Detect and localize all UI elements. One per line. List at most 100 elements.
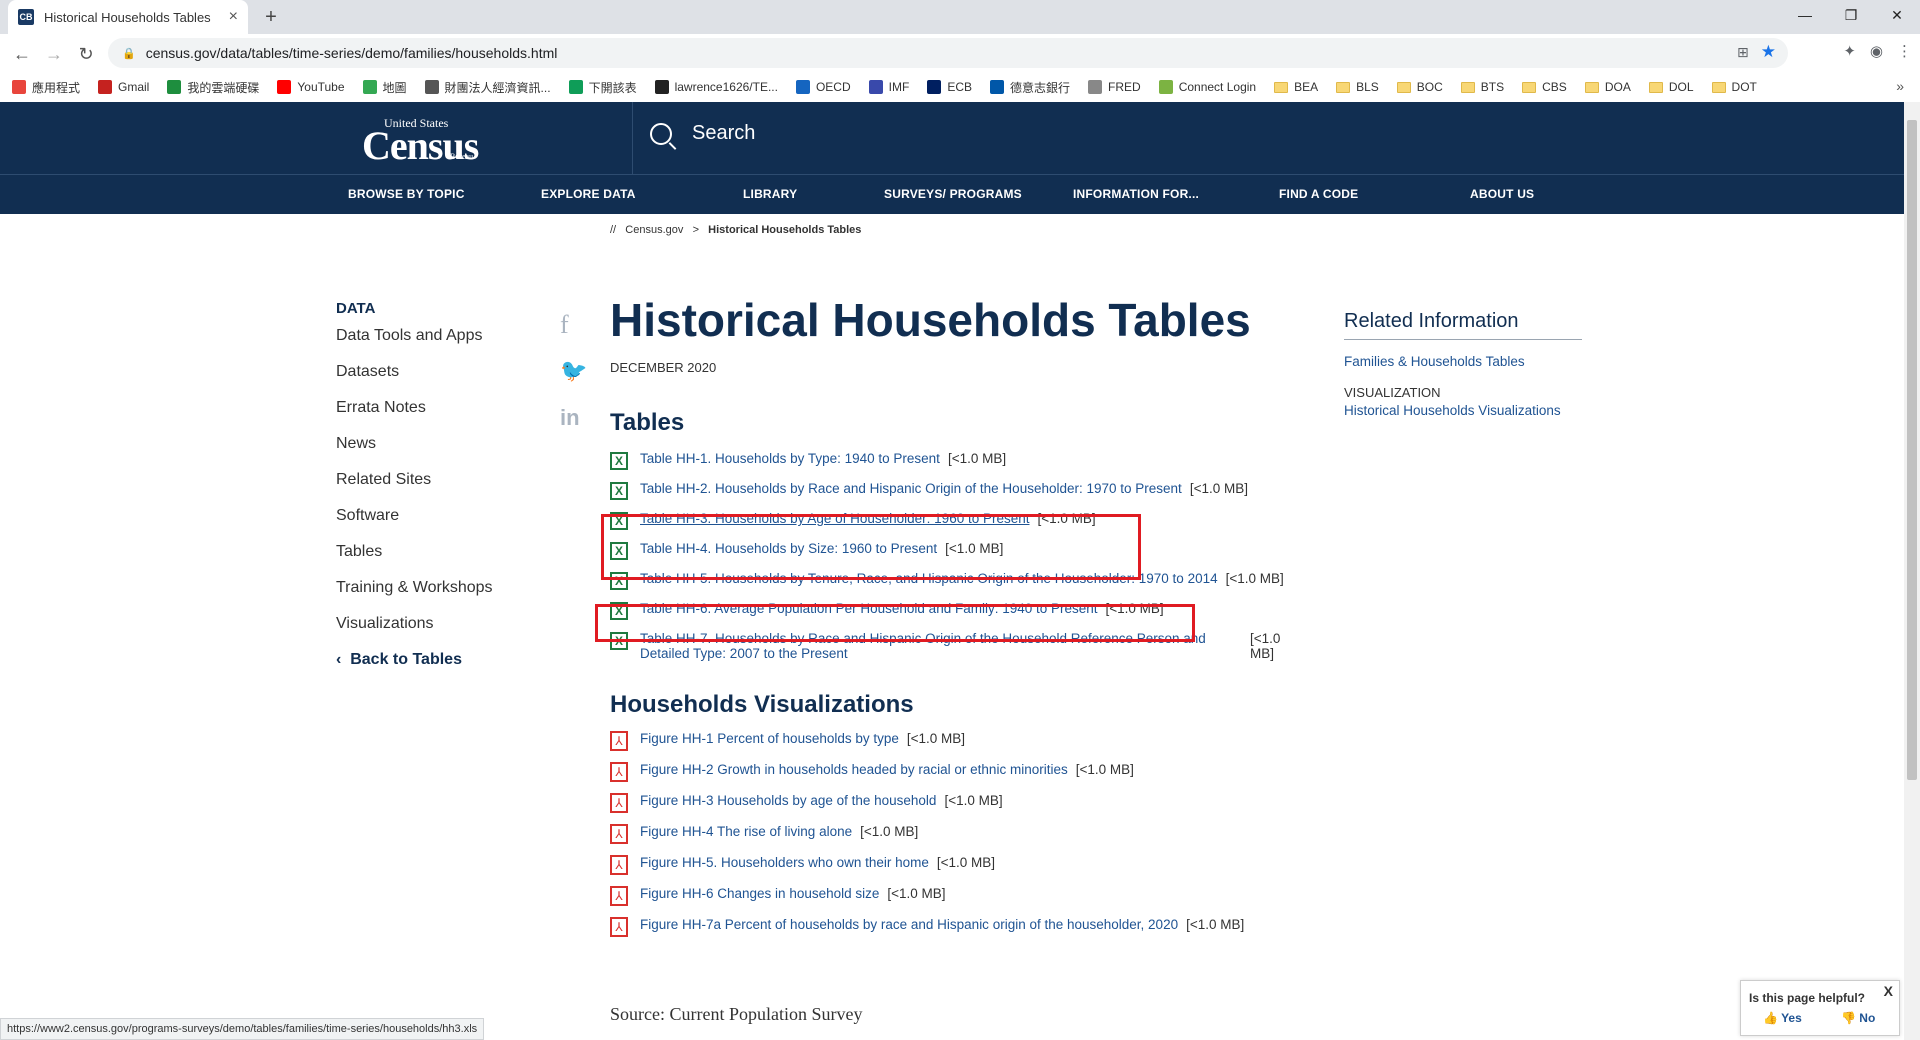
sidebar-item-news[interactable]: News (336, 433, 493, 469)
feedback-no-button[interactable]: 👎 No (1841, 1011, 1875, 1025)
bookmark-item[interactable]: 財團法人經濟資訊... (424, 79, 551, 96)
bookmark-item[interactable]: BLS (1336, 80, 1379, 94)
bookmark-item[interactable]: OECD (795, 80, 851, 94)
bookmark-item[interactable]: IMF (868, 80, 910, 94)
folder-icon (1711, 81, 1726, 93)
feedback-yes-button[interactable]: 👍 Yes (1763, 1011, 1802, 1025)
figure-link[interactable]: Figure HH-6 Changes in household size (640, 886, 879, 901)
breadcrumb-home-link[interactable]: Census.gov (625, 224, 683, 236)
back-to-tables-link[interactable]: ‹ Back to Tables (336, 649, 493, 685)
translate-icon[interactable]: ⊞ (1737, 44, 1749, 61)
feedback-close-icon[interactable]: X (1884, 983, 1893, 999)
bookmark-item[interactable]: Connect Login (1158, 80, 1256, 94)
bookmark-item[interactable]: CBS (1522, 80, 1567, 94)
bookmark-item[interactable]: DOA (1584, 80, 1631, 94)
figure-row: ⅄ Figure HH-4 The rise of living alone [<1… (610, 824, 1310, 844)
nav-explore-data[interactable]: EXPLORE DATA (541, 187, 636, 201)
browser-toolbar: ← → ↻ 🔒 census.gov/data/tables/time-seri… (0, 34, 1920, 72)
bookmark-label: DOA (1604, 80, 1631, 94)
close-window-icon[interactable]: ✕ (1874, 0, 1920, 30)
families-households-tables-link[interactable]: Families & Households Tables (1344, 354, 1582, 369)
pdf-file-icon: ⅄ (610, 824, 628, 844)
search-label: Search (692, 122, 756, 144)
bookmark-item[interactable]: BEA (1274, 80, 1318, 94)
scrollbar-thumb[interactable] (1907, 120, 1917, 780)
bookmark-item[interactable]: Gmail (98, 80, 149, 94)
nav-library[interactable]: LIBRARY (743, 187, 797, 201)
bookmark-label: 財團法人經濟資訊... (444, 80, 551, 95)
sidebar-item-training[interactable]: Training & Workshops (336, 577, 493, 613)
page-scrollbar[interactable] (1904, 102, 1920, 1040)
minimize-icon[interactable]: — (1782, 0, 1828, 30)
figure-link[interactable]: Figure HH-2 Growth in households headed … (640, 762, 1068, 777)
bookmark-item[interactable]: BTS (1460, 80, 1504, 94)
profile-avatar-icon[interactable]: ◉ (1870, 42, 1883, 60)
bookmark-favicon-icon (424, 80, 439, 94)
bookmark-item[interactable]: 德意志銀行 (990, 79, 1070, 96)
sidebar-item-software[interactable]: Software (336, 505, 493, 541)
yes-label: Yes (1781, 1011, 1802, 1025)
menu-kebab-icon[interactable]: ⋮ (1897, 42, 1912, 60)
twitter-icon[interactable]: 🐦 (560, 358, 587, 384)
bookmark-label: CBS (1542, 80, 1567, 94)
bookmark-favicon-icon (654, 80, 669, 94)
bookmark-label: IMF (888, 80, 910, 94)
historical-households-visualizations-link[interactable]: Historical Households Visualizations (1344, 403, 1582, 418)
bookmark-item[interactable]: 地圖 (362, 79, 407, 96)
sidebar-item-datasets[interactable]: Datasets (336, 361, 493, 397)
thumbs-down-icon: 👎 (1841, 1011, 1856, 1025)
bookmark-label: YouTube (297, 80, 345, 94)
excel-file-icon: X (610, 482, 628, 500)
tab-close-icon[interactable]: × (229, 8, 238, 26)
bookmark-item[interactable]: 應用程式 (12, 79, 80, 96)
bookmark-star-icon[interactable]: ★ (1761, 42, 1776, 62)
nav-find-a-code[interactable]: FIND A CODE (1279, 187, 1358, 201)
status-bar-url: https://www2.census.gov/programs-surveys… (0, 1018, 485, 1040)
figure-link[interactable]: Figure HH-5. Householders who own their … (640, 855, 929, 870)
bookmark-item[interactable]: ECB (927, 80, 972, 94)
bookmark-item[interactable]: 我的雲端硬碟 (167, 79, 259, 96)
back-arrow-icon[interactable]: ← (10, 42, 34, 66)
bookmark-favicon-icon (795, 80, 810, 94)
file-size: [<1.0 MB] (1075, 762, 1134, 777)
new-tab-icon[interactable]: + (258, 4, 284, 30)
site-header: United States Census Bureau Search (0, 102, 1904, 174)
table-link[interactable]: Table HH-2. Households by Race and Hispa… (640, 481, 1182, 496)
nav-surveys-programs[interactable]: SURVEYS/ PROGRAMS (884, 187, 1022, 201)
figure-row: ⅄ Figure HH-3 Households by age of the ho… (610, 793, 1310, 813)
bookmark-label: BEA (1294, 80, 1319, 94)
browser-tab[interactable]: CB Historical Households Tables × (8, 0, 248, 34)
nav-browse-by-topic[interactable]: BROWSE BY TOPIC (348, 187, 465, 201)
bookmark-item[interactable]: 下開該表 (568, 79, 637, 96)
bookmarks-overflow-icon[interactable]: » (1896, 78, 1904, 94)
restore-icon[interactable]: ❐ (1828, 0, 1874, 30)
bookmark-favicon-icon (990, 80, 1004, 94)
figure-link[interactable]: Figure HH-4 The rise of living alone (640, 824, 852, 839)
sidebar-item-errata-notes[interactable]: Errata Notes (336, 397, 493, 433)
address-bar[interactable]: 🔒 census.gov/data/tables/time-series/dem… (108, 38, 1788, 68)
bookmark-item[interactable]: FRED (1088, 80, 1141, 94)
sidebar-item-data-tools[interactable]: Data Tools and Apps (336, 325, 493, 361)
sidebar-item-tables[interactable]: Tables (336, 541, 493, 577)
bookmark-item[interactable]: BOC (1396, 80, 1443, 94)
nav-information-for[interactable]: INFORMATION FOR... (1073, 187, 1199, 201)
table-link[interactable]: Table HH-1. Households by Type: 1940 to … (640, 451, 940, 466)
bookmark-item[interactable]: DOT (1711, 80, 1757, 94)
bookmark-item[interactable]: lawrence1626/TE... (654, 80, 778, 94)
figure-link[interactable]: Figure HH-7a Percent of households by ra… (640, 917, 1178, 932)
bookmark-item[interactable]: YouTube (277, 80, 345, 94)
bookmarks-bar: 應用程式 Gmail 我的雲端硬碟 YouTube 地圖 財團法人經濟資訊... 下開該表 l… (0, 72, 1920, 102)
sidebar-item-related-sites[interactable]: Related Sites (336, 469, 493, 505)
facebook-icon[interactable]: f (560, 310, 569, 340)
bookmark-item[interactable]: DOL (1648, 80, 1694, 94)
back-to-tables-label: Back to Tables (350, 651, 462, 668)
extensions-icon[interactable]: ✦ (1843, 42, 1856, 60)
forward-arrow-icon[interactable]: → (42, 42, 66, 66)
figure-link[interactable]: Figure HH-3 Households by age of the hou… (640, 793, 936, 808)
figure-link[interactable]: Figure HH-1 Percent of households by typ… (640, 731, 899, 746)
sidebar-item-visualizations[interactable]: Visualizations (336, 613, 493, 649)
nav-about-us[interactable]: ABOUT US (1470, 187, 1534, 201)
linkedin-icon[interactable]: in (560, 405, 580, 431)
reload-icon[interactable]: ↻ (74, 42, 98, 66)
search-button[interactable]: Search (650, 122, 755, 145)
